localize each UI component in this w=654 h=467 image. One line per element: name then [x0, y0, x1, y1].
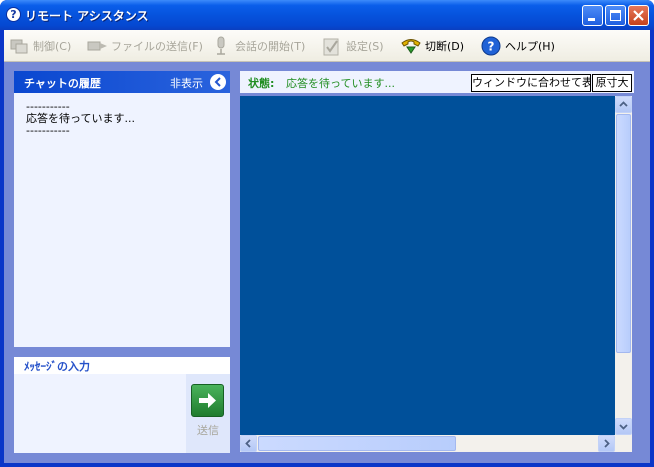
send-file-label: ファイルの送信(F) [111, 40, 203, 53]
scroll-down-button[interactable] [615, 418, 632, 435]
chevron-left-icon [245, 439, 251, 448]
scroll-left-button[interactable] [240, 435, 257, 452]
send-file-icon [87, 41, 107, 51]
scroll-up-button[interactable] [615, 96, 632, 113]
client-area: 制御(C) ファイルの送信(F) 会話の開始(T) 設定(S) 切断(D) ? … [4, 30, 650, 463]
window-title: リモート アシスタンス [25, 9, 149, 23]
chevron-up-icon [619, 101, 628, 107]
maximize-icon [610, 10, 621, 21]
chat-history-title: チャットの履歴 [24, 77, 101, 90]
horizontal-scrollbar[interactable] [240, 435, 615, 452]
settings-label: 設定(S) [346, 40, 384, 53]
minimize-icon [588, 18, 595, 21]
disconnect-button[interactable]: 切断(D) [400, 34, 464, 58]
send-label: 送信 [197, 424, 219, 437]
chevron-left-icon [214, 77, 221, 87]
status-bar: 状態: 応答を待っています... ウィンドウに合わせて表示 原寸大 [240, 71, 634, 93]
settings-check-icon [323, 38, 339, 56]
vertical-scroll-thumb[interactable] [616, 114, 631, 353]
message-input-panel: ﾒｯｾｰｼﾞの入力 送信 [14, 357, 230, 453]
disconnect-phone-icon [401, 39, 421, 54]
toolbar: 制御(C) ファイルの送信(F) 会話の開始(T) 設定(S) 切断(D) ? … [4, 30, 650, 62]
chat-history-panel: チャットの履歴 非表示 ----------- 応答を待っています... ---… [14, 71, 230, 347]
control-label: 制御(C) [33, 40, 72, 53]
close-button[interactable] [628, 5, 649, 26]
message-input-title: ﾒｯｾｰｼﾞの入力 [24, 360, 90, 373]
start-talk-button[interactable]: 会話の開始(T) [210, 34, 305, 58]
help-label: ヘルプ(H) [505, 40, 555, 53]
remote-assistance-window: ? リモート アシスタンス 制御(C) ファイルの送信(F) 会話の開始(T) … [0, 0, 654, 467]
vertical-scrollbar[interactable] [615, 96, 632, 435]
scroll-right-button[interactable] [598, 435, 615, 452]
chevron-down-icon [619, 424, 628, 430]
chat-hide-label[interactable]: 非表示 [170, 75, 203, 91]
settings-button[interactable]: 設定(S) [321, 34, 384, 58]
chat-history-header: チャットの履歴 非表示 [14, 71, 230, 93]
scrollbar-corner [615, 435, 632, 452]
minimize-button[interactable] [582, 5, 603, 26]
disconnect-label: 切断(D) [425, 40, 465, 53]
arrow-right-icon [199, 393, 216, 408]
send-file-button[interactable]: ファイルの送信(F) [86, 34, 203, 58]
help-icon: ? [481, 36, 501, 56]
help-circle-icon: ? [6, 7, 21, 22]
chevron-right-icon [604, 439, 610, 448]
close-icon [633, 10, 644, 21]
start-talk-label: 会話の開始(T) [235, 40, 306, 53]
status-text: 応答を待っています... [286, 77, 395, 90]
microphone-icon [217, 36, 225, 55]
message-input[interactable] [14, 374, 186, 453]
message-input-header: ﾒｯｾｰｼﾞの入力 [14, 357, 230, 374]
remote-screen-view[interactable] [240, 96, 615, 435]
svg-text:?: ? [488, 40, 495, 54]
status-label: 状態: [248, 77, 275, 90]
chat-log: ----------- 応答を待っています... ----------- [26, 100, 135, 137]
send-button[interactable] [191, 384, 224, 417]
horizontal-scroll-thumb[interactable] [258, 436, 456, 451]
control-button[interactable]: 制御(C) [8, 34, 71, 58]
send-area: 送信 [186, 374, 230, 453]
actual-size-button[interactable]: 原寸大 [592, 74, 632, 92]
chat-hide-button[interactable] [210, 74, 226, 90]
maximize-button[interactable] [605, 5, 626, 26]
title-bar[interactable]: ? リモート アシスタンス [0, 0, 654, 30]
control-icon [10, 39, 28, 54]
fit-to-window-button[interactable]: ウィンドウに合わせて表示 [471, 74, 591, 92]
help-button[interactable]: ? ヘルプ(H) [480, 34, 555, 58]
